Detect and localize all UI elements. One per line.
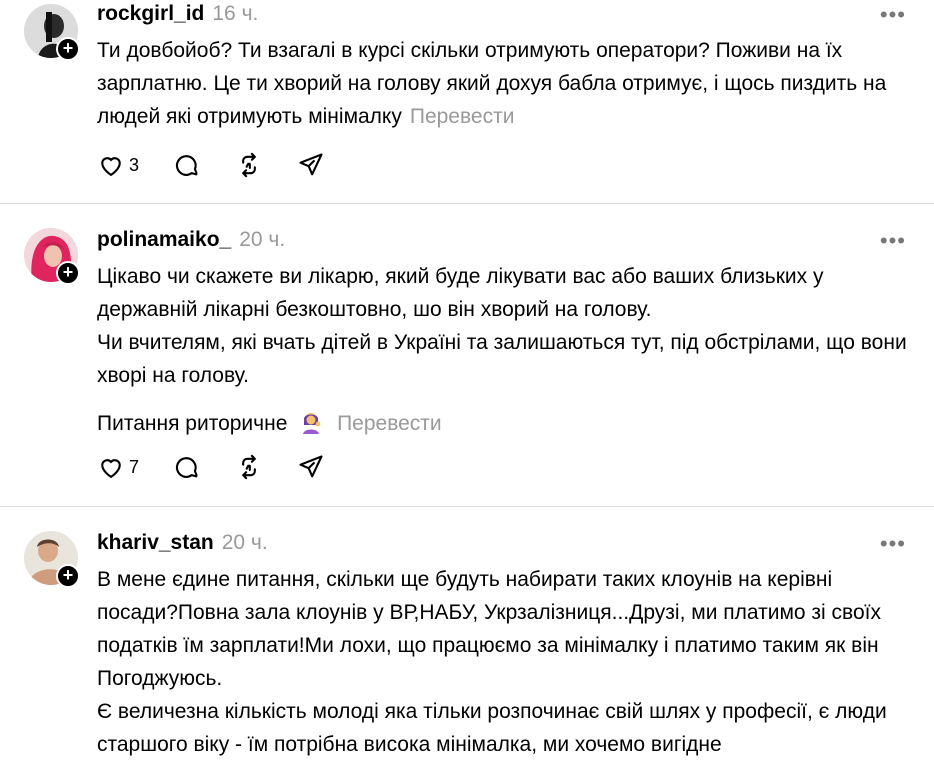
repost-button[interactable] bbox=[235, 453, 263, 481]
comment-button[interactable] bbox=[173, 453, 201, 481]
divider bbox=[0, 506, 934, 507]
share-icon bbox=[299, 455, 323, 478]
post-actions: 7 bbox=[97, 452, 359, 482]
share-button[interactable] bbox=[297, 151, 325, 179]
like-button[interactable]: 3 bbox=[97, 151, 139, 179]
like-button[interactable]: 7 bbox=[97, 453, 139, 481]
like-count: 3 bbox=[129, 154, 140, 175]
divider bbox=[0, 203, 934, 204]
heart-icon bbox=[101, 459, 121, 479]
avatar[interactable]: + bbox=[24, 531, 80, 588]
post-text: Цікаво чи скажете ви лікарю, який буде л… bbox=[97, 265, 907, 435]
repost-icon bbox=[242, 152, 256, 178]
post-time: 20 ч. bbox=[239, 228, 286, 251]
translate-link[interactable]: Перевести bbox=[410, 105, 515, 128]
avatar[interactable]: + bbox=[24, 4, 80, 61]
post-actions: 3 bbox=[97, 150, 359, 180]
comment-icon bbox=[175, 155, 198, 176]
more-options-button[interactable]: ••• bbox=[880, 228, 906, 254]
post-time: 20 ч. bbox=[221, 531, 268, 554]
repost-icon bbox=[242, 454, 256, 480]
person-tipping-hand-emoji bbox=[303, 413, 321, 434]
post-time: 16 ч. bbox=[212, 2, 259, 25]
post-text: В мене єдине питання, скільки ще будуть … bbox=[97, 568, 887, 756]
comment-button[interactable] bbox=[173, 151, 201, 179]
repost-button[interactable] bbox=[235, 151, 263, 179]
follow-plus-icon[interactable]: + bbox=[56, 261, 80, 285]
comment-icon bbox=[175, 457, 198, 478]
post-text: Ти довбойоб? Ти взагалі в курсі скільки … bbox=[97, 39, 887, 128]
username[interactable]: khariv_stan 20 ч. bbox=[97, 531, 268, 555]
avatar[interactable]: + bbox=[24, 228, 80, 285]
share-icon bbox=[299, 153, 323, 176]
follow-plus-icon[interactable]: + bbox=[56, 564, 80, 588]
username[interactable]: rockgirl_id 16 ч. bbox=[97, 2, 258, 26]
share-button[interactable] bbox=[297, 453, 325, 481]
more-options-button[interactable]: ••• bbox=[880, 2, 906, 28]
like-count: 7 bbox=[129, 456, 140, 477]
translate-link[interactable]: Перевести bbox=[337, 412, 442, 435]
follow-plus-icon[interactable]: + bbox=[56, 37, 80, 61]
heart-icon bbox=[101, 157, 121, 177]
more-options-button[interactable]: ••• bbox=[880, 531, 906, 557]
username[interactable]: polinamaiko_ 20 ч. bbox=[97, 228, 285, 252]
